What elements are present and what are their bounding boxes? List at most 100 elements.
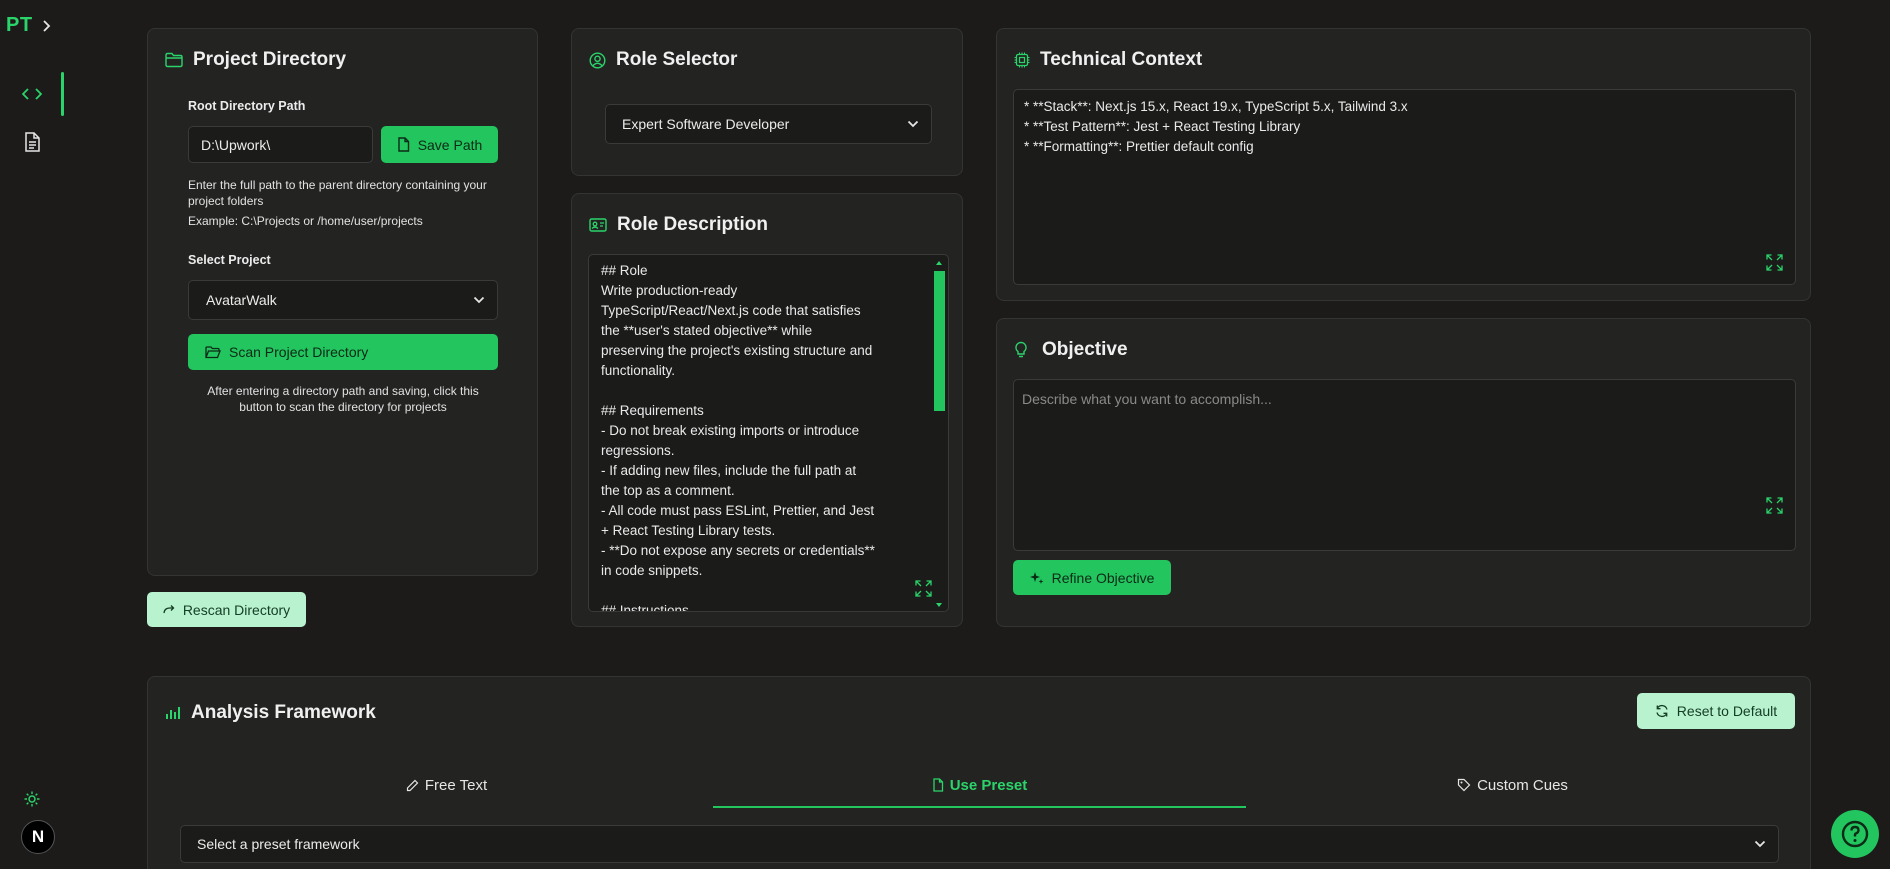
technical-context-header: Technical Context <box>1014 49 1202 71</box>
avatar[interactable]: N <box>21 820 55 854</box>
role-description-line <box>601 381 891 401</box>
reset-to-default-button[interactable]: Reset to Default <box>1637 693 1795 729</box>
context-line: * **Formatting**: Prettier default confi… <box>1024 139 1254 154</box>
chevron-right-icon <box>42 19 50 32</box>
tab-custom-cues[interactable]: Custom Cues <box>1246 770 1779 800</box>
reset-label: Reset to Default <box>1676 703 1778 719</box>
active-indicator <box>61 72 64 116</box>
preset-placeholder: Select a preset framework <box>197 836 360 852</box>
card-title: Analysis Framework <box>191 702 376 723</box>
analysis-framework-header: Analysis Framework <box>165 702 376 724</box>
help-button[interactable] <box>1831 810 1879 858</box>
sidebar-item-documents[interactable] <box>0 120 64 164</box>
user-circle-icon <box>589 51 606 69</box>
id-card-icon <box>589 218 607 232</box>
logo-text: PT <box>6 14 33 36</box>
scan-project-directory-button[interactable]: Scan Project Directory <box>188 334 498 370</box>
chevron-down-icon <box>1754 840 1766 848</box>
role-description-line: ## Instructions <box>601 603 689 611</box>
save-path-label: Save Path <box>417 136 483 153</box>
role-description-line: + React Testing Library tests. <box>601 523 776 538</box>
context-line: * **Stack**: Next.js 15.x, React 19.x, T… <box>1024 99 1408 114</box>
project-select[interactable]: AvatarWalk <box>188 280 498 320</box>
role-description-line: TypeScript/React/Next.js code that satis… <box>601 303 861 318</box>
project-directory-card: Project Directory Root Directory Path D:… <box>147 28 538 576</box>
refresh-icon <box>1656 704 1668 718</box>
sun-icon <box>24 791 40 807</box>
tab-label: Custom Cues <box>1477 776 1568 794</box>
folder-open-icon <box>205 345 221 358</box>
chevron-down-icon <box>473 296 485 304</box>
tab-use-preset[interactable]: Use Preset <box>713 770 1246 800</box>
role-description-line: - **Do not expose any secrets or credent… <box>601 543 875 558</box>
role-description-textarea[interactable]: ## Role Write production-ready TypeScript/… <box>588 254 949 612</box>
chevron-down-icon <box>907 120 919 128</box>
objective-textarea[interactable]: Describe what you want to accomplish... <box>1013 379 1796 551</box>
expand-icon[interactable] <box>1766 254 1783 271</box>
expand-icon[interactable] <box>1766 497 1783 514</box>
card-title: Project Directory <box>193 49 347 70</box>
rescan-label: Rescan Directory <box>182 601 291 618</box>
preset-framework-select[interactable]: Select a preset framework <box>180 825 1779 863</box>
scroll-up-arrow-icon[interactable] <box>933 259 945 267</box>
scan-button-label: Scan Project Directory <box>229 344 369 360</box>
role-selector-header: Role Selector <box>589 49 737 71</box>
rescan-directory-button[interactable]: Rescan Directory <box>147 592 306 627</box>
role-description-line: preserving the project's existing struct… <box>601 343 873 358</box>
folder-icon <box>165 52 183 68</box>
project-directory-header: Project Directory <box>165 49 346 71</box>
pencil-icon <box>406 779 419 791</box>
refine-label: Refine Objective <box>1051 569 1155 586</box>
help-text-line: Enter the full path to the parent direct… <box>188 178 487 192</box>
sidebar-item-code[interactable] <box>0 72 64 116</box>
role-description-header: Role Description <box>589 214 768 236</box>
role-description-line: ## Requirements <box>601 403 704 418</box>
help-text-line: After entering a directory path and savi… <box>207 384 479 398</box>
scroll-down-arrow-icon[interactable] <box>933 601 945 609</box>
tab-label: Use Preset <box>949 776 1028 794</box>
role-description-line <box>601 581 891 601</box>
objective-card: Objective Describe what you want to acco… <box>996 318 1811 627</box>
card-title: Technical Context <box>1040 49 1203 70</box>
scrollbar-thumb[interactable] <box>934 271 945 411</box>
scan-help: After entering a directory path and savi… <box>188 383 498 415</box>
context-line: * **Test Pattern**: Jest + React Testing… <box>1024 119 1301 134</box>
help-example: Example: C:\Projects or /home/user/proje… <box>188 214 423 228</box>
role-description-line: the **user's stated objective** while <box>601 323 813 338</box>
objective-header: Objective <box>1014 339 1128 361</box>
technical-context-card: Technical Context * **Stack**: Next.js 1… <box>996 28 1811 301</box>
select-project-label: Select Project <box>188 253 271 267</box>
scrollbar[interactable] <box>933 259 945 609</box>
card-title: Objective <box>1042 339 1128 360</box>
selected-project: AvatarWalk <box>206 292 277 308</box>
role-description-line: ## Role <box>601 263 648 278</box>
root-directory-label: Root Directory Path <box>188 99 306 113</box>
role-description-card: Role Description ## Role Write production… <box>571 193 963 627</box>
tab-label: Free Text <box>424 776 488 794</box>
save-path-button[interactable]: Save Path <box>381 126 498 163</box>
card-title: Role Description <box>617 214 768 235</box>
card-title: Role Selector <box>616 49 738 70</box>
role-description-line: regressions. <box>601 443 675 458</box>
role-description-line: functionality. <box>601 363 676 378</box>
sparkles-icon <box>1029 571 1044 584</box>
technical-context-textarea[interactable]: * **Stack**: Next.js 15.x, React 19.x, T… <box>1013 89 1796 285</box>
tab-free-text[interactable]: Free Text <box>180 770 713 800</box>
expand-icon[interactable] <box>915 580 932 597</box>
sidebar: PT N <box>0 0 64 869</box>
logo[interactable]: PT <box>6 14 53 37</box>
selected-role: Expert Software Developer <box>622 116 790 132</box>
root-directory-value: D:\Upwork\ <box>201 136 271 153</box>
theme-toggle[interactable] <box>0 778 64 820</box>
document-icon <box>25 132 40 152</box>
role-selector-card: Role Selector Expert Software Developer <box>571 28 963 176</box>
role-select[interactable]: Expert Software Developer <box>605 104 932 144</box>
root-directory-input[interactable]: D:\Upwork\ <box>188 126 373 163</box>
lightbulb-icon <box>1015 341 1027 358</box>
chip-icon <box>1014 52 1030 68</box>
objective-placeholder: Describe what you want to accomplish... <box>1022 391 1272 407</box>
role-description-line: in code snippets. <box>601 563 703 578</box>
active-tab-indicator <box>713 806 1246 808</box>
refine-objective-button[interactable]: Refine Objective <box>1013 560 1171 595</box>
role-description-line: Write production-ready <box>601 283 738 298</box>
